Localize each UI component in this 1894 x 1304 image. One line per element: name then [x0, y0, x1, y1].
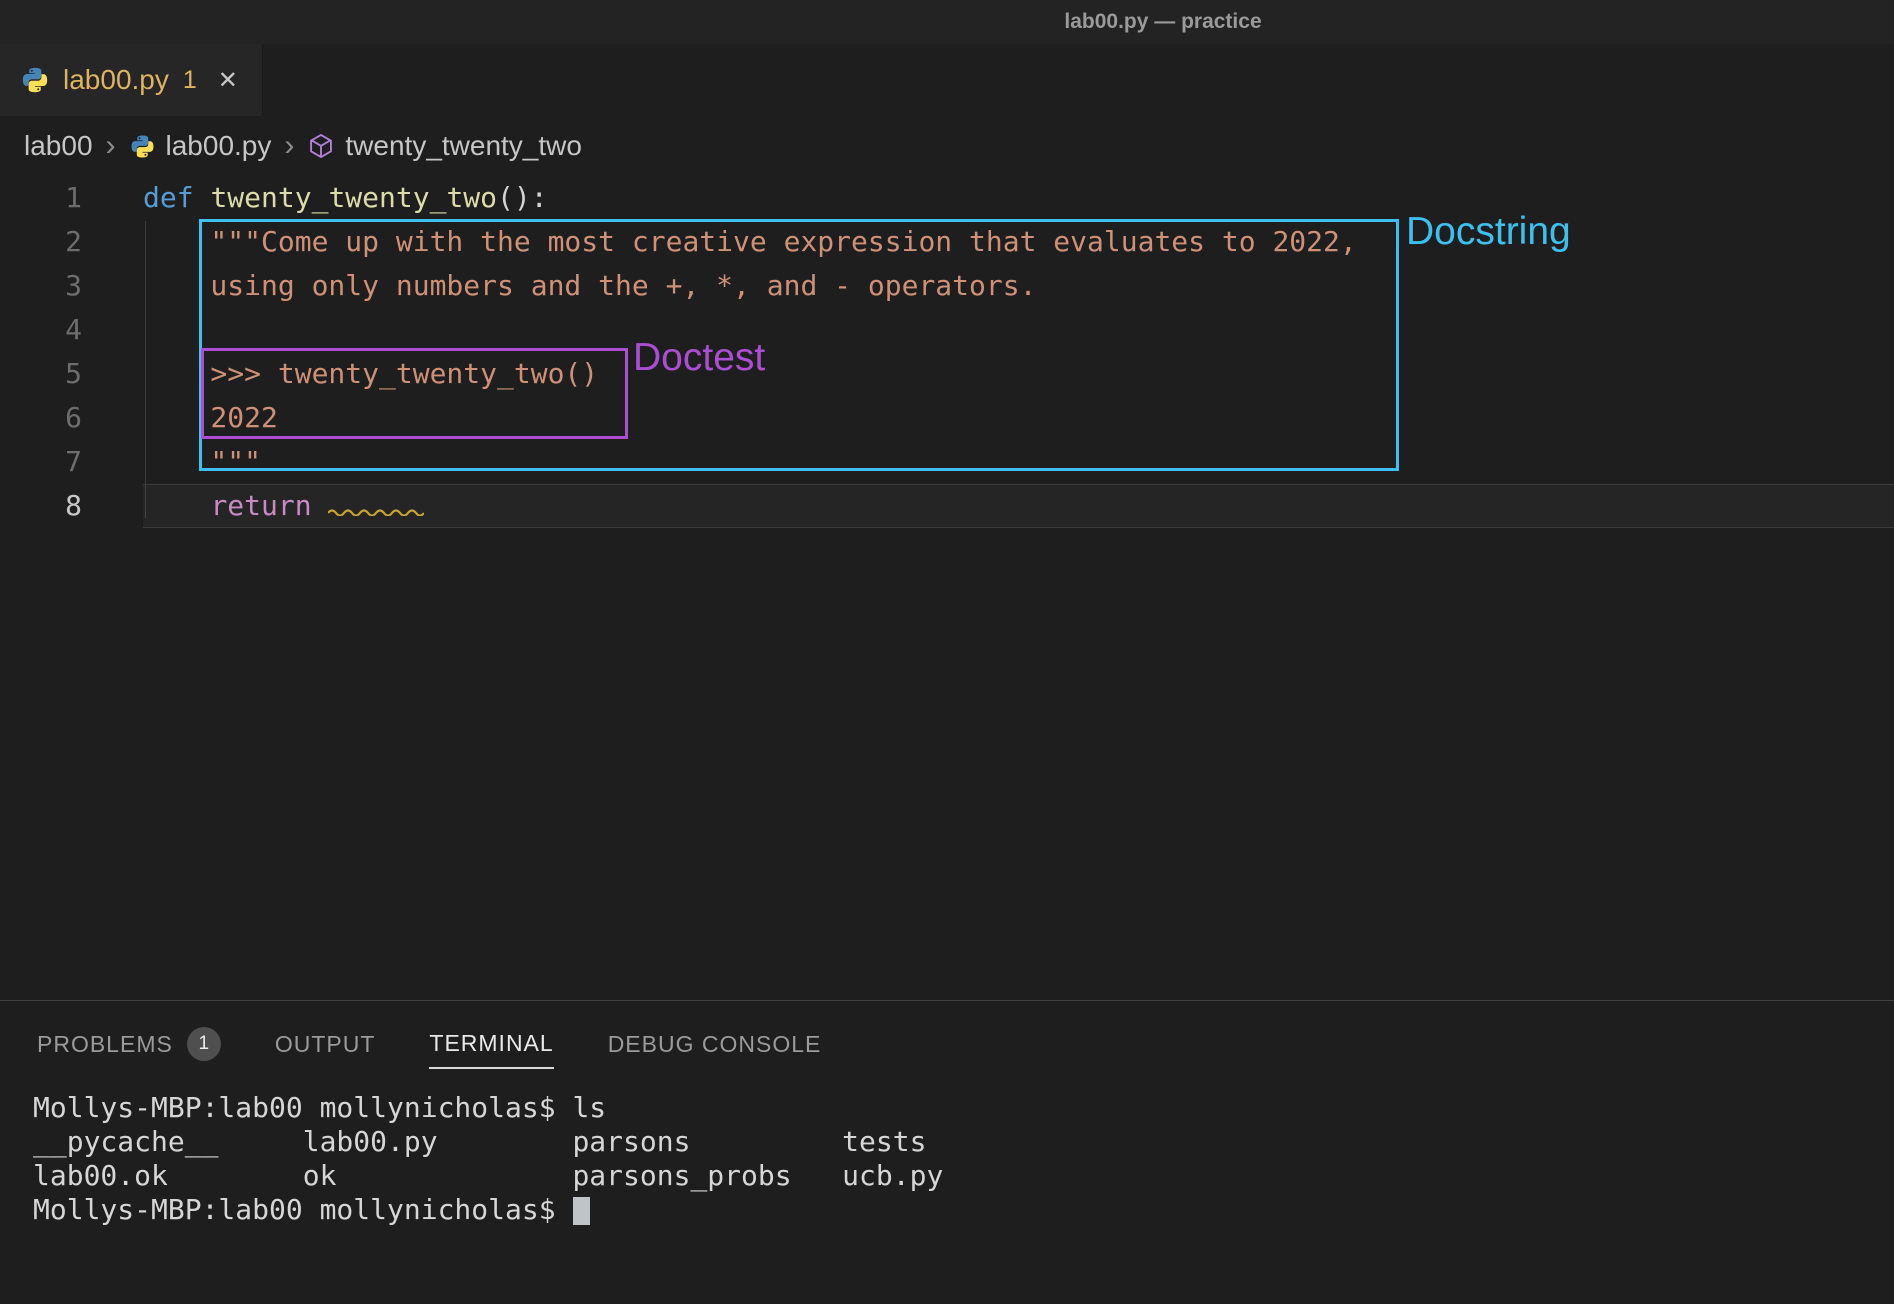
terminal-line: Mollys-MBP:lab00 mollynicholas$: [33, 1193, 943, 1227]
code-line-text: def twenty_twenty_two():: [82, 176, 548, 220]
problems-count-badge: 1: [187, 1027, 221, 1061]
editor-tab-lab00py[interactable]: lab00.py 1 ✕: [0, 44, 263, 116]
bottom-panel: PROBLEMS 1 OUTPUT TERMINAL DEBUG CONSOLE…: [0, 1000, 1894, 1304]
code-line-5[interactable]: 5 >>> twenty_twenty_two(): [0, 352, 1894, 396]
line-number: 4: [0, 308, 82, 352]
code-line-3[interactable]: 3 using only numbers and the +, *, and -…: [0, 264, 1894, 308]
breadcrumb: lab00 › lab00.py › twenty_twenty_two: [0, 116, 1894, 176]
code-line-7[interactable]: 7 """: [0, 440, 1894, 484]
code-line-text: """: [82, 440, 261, 484]
line-number: 6: [0, 396, 82, 440]
breadcrumb-item-function[interactable]: twenty_twenty_two: [345, 130, 582, 162]
title-bar: lab00.py — practice: [0, 0, 1894, 44]
panel-tab-debug-console[interactable]: DEBUG CONSOLE: [608, 1021, 822, 1068]
code-line-4[interactable]: 4: [0, 308, 1894, 352]
terminal-line: lab00.ok ok parsons_probs ucb.py: [33, 1159, 943, 1193]
terminal-line: __pycache__ lab00.py parsons tests: [33, 1125, 943, 1159]
code-line-text: >>> twenty_twenty_two(): [82, 352, 598, 396]
line-number: 1: [0, 176, 82, 220]
chevron-right-icon: ›: [103, 129, 119, 163]
code-editor[interactable]: 1def twenty_twenty_two():2 """Come up wi…: [0, 176, 1894, 528]
python-icon: [20, 65, 50, 95]
tab-bar: lab00.py 1 ✕: [0, 44, 1894, 116]
code-lines: 1def twenty_twenty_two():2 """Come up wi…: [0, 176, 1894, 528]
panel-tab-terminal-label: TERMINAL: [429, 1030, 553, 1057]
code-line-1[interactable]: 1def twenty_twenty_two():: [0, 176, 1894, 220]
panel-tab-problems[interactable]: PROBLEMS 1: [37, 1017, 221, 1071]
panel-tab-output[interactable]: OUTPUT: [275, 1021, 376, 1068]
window-title: lab00.py — practice: [1064, 10, 1261, 34]
warning-squiggle-icon: [328, 507, 424, 516]
code-line-text: using only numbers and the +, *, and - o…: [82, 264, 1036, 308]
code-line-6[interactable]: 6 2022: [0, 396, 1894, 440]
code-line-text: return: [82, 484, 424, 528]
panel-tab-bar: PROBLEMS 1 OUTPUT TERMINAL DEBUG CONSOLE: [0, 1001, 1894, 1081]
symbol-cube-icon: [307, 132, 335, 160]
line-number: 5: [0, 352, 82, 396]
panel-tab-problems-label: PROBLEMS: [37, 1031, 173, 1058]
python-icon: [129, 133, 156, 160]
code-line-text: [82, 308, 143, 352]
panel-tab-output-label: OUTPUT: [275, 1031, 376, 1058]
line-number: 3: [0, 264, 82, 308]
code-line-text: 2022: [82, 396, 278, 440]
line-number: 8: [0, 484, 82, 528]
chevron-right-icon: ›: [281, 129, 297, 163]
code-line-8[interactable]: 8 return: [0, 484, 1894, 528]
close-icon[interactable]: ✕: [218, 66, 238, 95]
terminal-output[interactable]: Mollys-MBP:lab00 mollynicholas$ ls__pyca…: [33, 1091, 943, 1227]
breadcrumb-item-lab00[interactable]: lab00: [24, 130, 93, 162]
code-line-text: """Come up with the most creative expres…: [82, 220, 1357, 264]
terminal-line: Mollys-MBP:lab00 mollynicholas$ ls: [33, 1091, 943, 1125]
line-number: 2: [0, 220, 82, 264]
terminal-cursor: [573, 1197, 590, 1225]
breadcrumb-item-lab00py[interactable]: lab00.py: [166, 130, 272, 162]
panel-tab-terminal[interactable]: TERMINAL: [429, 1020, 553, 1069]
tab-dirty-count: 1: [183, 66, 197, 95]
panel-tab-debug-console-label: DEBUG CONSOLE: [608, 1031, 822, 1058]
tab-file-name: lab00.py: [63, 64, 169, 96]
code-line-2[interactable]: 2 """Come up with the most creative expr…: [0, 220, 1894, 264]
line-number: 7: [0, 440, 82, 484]
